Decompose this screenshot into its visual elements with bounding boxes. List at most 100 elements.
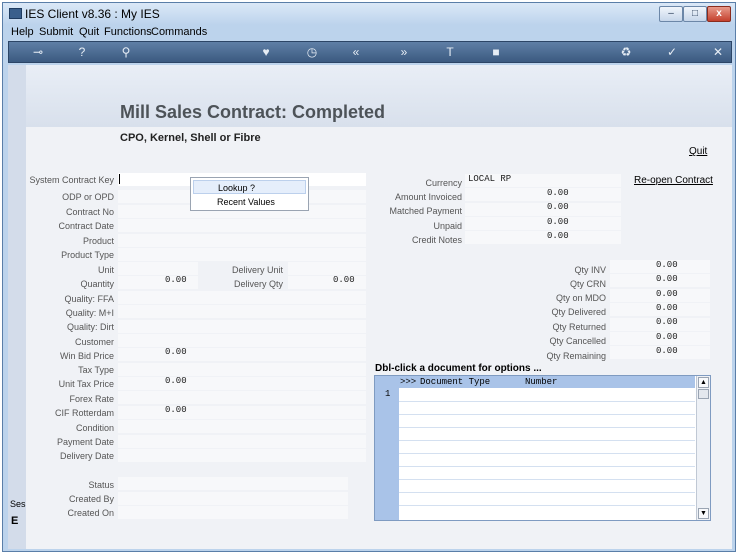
grid-col-number[interactable]: Number: [525, 377, 557, 387]
label-forex-rate: Forex Rate: [69, 394, 114, 404]
created-on-field[interactable]: [118, 506, 348, 519]
app-window: IES Client v8.36 : My IES – □ x Help Sub…: [2, 2, 736, 552]
label-system-contract-key: System Contract Key: [29, 175, 114, 185]
menu-quit[interactable]: Quit: [79, 26, 99, 38]
reopen-contract-link[interactable]: Re-open Contract: [634, 175, 713, 186]
grid-vertical-scrollbar[interactable]: ▲ ▼: [696, 376, 710, 520]
label-customer: Customer: [74, 337, 114, 347]
page-subtitle: CPO, Kernel, Shell or Fibre: [120, 132, 261, 144]
check-icon[interactable]: ✓: [663, 44, 681, 60]
delivery-date-field[interactable]: [118, 449, 366, 462]
status-field[interactable]: [118, 477, 348, 490]
label-quality-ffa: Quality: FFA: [64, 294, 114, 304]
grid-row-divider: [399, 401, 695, 402]
product-type-field[interactable]: [118, 248, 366, 261]
delivery-unit-field[interactable]: [288, 262, 366, 275]
forex-rate-field[interactable]: [118, 391, 366, 404]
window-title: IES Client v8.36 : My IES: [25, 7, 160, 21]
qty-returned-value: 0.00: [656, 317, 678, 327]
unit-field[interactable]: [118, 262, 198, 275]
payment-date-field[interactable]: [118, 435, 366, 448]
menu-functions[interactable]: Functions: [104, 26, 152, 38]
label-unpaid: Unpaid: [433, 221, 462, 231]
page-title: Mill Sales Contract: Completed: [120, 102, 386, 122]
label-qty-returned: Qty Returned: [552, 322, 606, 332]
quality-dirt-field[interactable]: [118, 320, 366, 333]
created-by-field[interactable]: [118, 492, 348, 505]
label-quality-dirt: Quality: Dirt: [66, 322, 114, 332]
scroll-thumb[interactable]: [698, 389, 709, 399]
grid-row-divider: [399, 414, 695, 415]
unit-tax-price-field[interactable]: [118, 377, 366, 390]
heart-icon[interactable]: ♥: [257, 44, 275, 60]
grid-header-row: >>> Document Type Number: [375, 376, 695, 388]
label-amount-invoiced: Amount Invoiced: [394, 192, 462, 202]
label-qty-remaining: Qty Remaining: [546, 351, 606, 361]
rewind-icon[interactable]: «: [347, 44, 365, 60]
menu-commands[interactable]: Commands: [151, 26, 207, 38]
condition-field[interactable]: [118, 420, 366, 433]
tax-type-field[interactable]: [118, 363, 366, 376]
label-product: Product: [82, 236, 114, 246]
contract-date-field[interactable]: [118, 219, 366, 232]
label-delivery-unit: Delivery Unit: [231, 265, 283, 275]
menu-bar: Help Submit Quit Functions Commands: [3, 25, 735, 41]
lookup-popup-menu: Lookup ? Recent Values: [190, 177, 309, 211]
qty-delivered-value: 0.00: [656, 303, 678, 313]
quality-mi-field[interactable]: [118, 305, 366, 318]
quality-ffa-field[interactable]: [118, 291, 366, 304]
close-icon[interactable]: ✕: [709, 44, 727, 60]
text-icon[interactable]: T: [441, 44, 459, 60]
win-bid-price-field[interactable]: [118, 348, 366, 361]
label-quantity: Quantity: [80, 279, 114, 289]
menu-submit[interactable]: Submit: [39, 26, 73, 38]
quit-link[interactable]: Quit: [689, 146, 707, 157]
amount-invoiced-field[interactable]: [465, 188, 621, 201]
recent-values-menu-item[interactable]: Recent Values: [193, 195, 306, 209]
side-label-e: E: [11, 515, 19, 527]
credit-notes-field[interactable]: [465, 231, 621, 244]
label-credit-notes: Credit Notes: [411, 235, 462, 245]
recycle-icon[interactable]: ♻: [617, 44, 635, 60]
qty-inv-value: 0.00: [656, 260, 678, 270]
key-icon[interactable]: ⊸: [29, 44, 47, 60]
close-window-button[interactable]: x: [707, 6, 731, 22]
label-currency: Currency: [425, 178, 462, 188]
delivery-qty-value: 0.00: [333, 275, 355, 285]
amount-invoiced-value: 0.00: [547, 188, 569, 198]
stop-icon[interactable]: ■: [487, 44, 505, 60]
label-unit-tax-price: Unit Tax Price: [58, 379, 114, 389]
scroll-down-icon[interactable]: ▼: [698, 508, 709, 519]
app-icon: [9, 8, 22, 19]
documents-grid[interactable]: >>> Document Type Number 1 ▲ ▼: [374, 375, 711, 521]
label-tax-type: Tax Type: [78, 365, 114, 375]
label-payment-date: Payment Date: [56, 437, 114, 447]
search-icon[interactable]: ⚲: [117, 44, 135, 60]
grid-row-divider: [399, 505, 695, 506]
label-created-by: Created By: [68, 494, 114, 504]
lookup-menu-item[interactable]: Lookup ?: [193, 180, 306, 194]
scroll-up-icon[interactable]: ▲: [698, 377, 709, 388]
side-label-ses: Ses: [10, 499, 26, 509]
label-unit: Unit: [97, 265, 114, 275]
maximize-button[interactable]: □: [683, 6, 707, 22]
product-field[interactable]: [118, 234, 366, 247]
customer-field[interactable]: [118, 334, 366, 347]
grid-col-document-type[interactable]: Document Type: [420, 377, 490, 387]
cif-rotterdam-field[interactable]: [118, 406, 366, 419]
forward-icon[interactable]: »: [395, 44, 413, 60]
label-matched-payment: Matched Payment: [389, 206, 462, 216]
unpaid-value: 0.00: [547, 217, 569, 227]
minimize-button[interactable]: –: [659, 6, 683, 22]
label-cif-rotterdam: CIF Rotterdam: [54, 408, 114, 418]
clock-icon[interactable]: ◷: [303, 44, 321, 60]
unpaid-field[interactable]: [465, 217, 621, 230]
matched-payment-field[interactable]: [465, 203, 621, 216]
menu-help[interactable]: Help: [11, 26, 34, 38]
label-quality-mi: Quality: M+I: [65, 308, 114, 318]
label-status: Status: [88, 480, 114, 490]
qty-remaining-value: 0.00: [656, 346, 678, 356]
label-qty-crn: Qty CRN: [570, 279, 606, 289]
help-icon[interactable]: ?: [73, 44, 91, 60]
label-qty-cancelled: Qty Cancelled: [549, 336, 606, 346]
